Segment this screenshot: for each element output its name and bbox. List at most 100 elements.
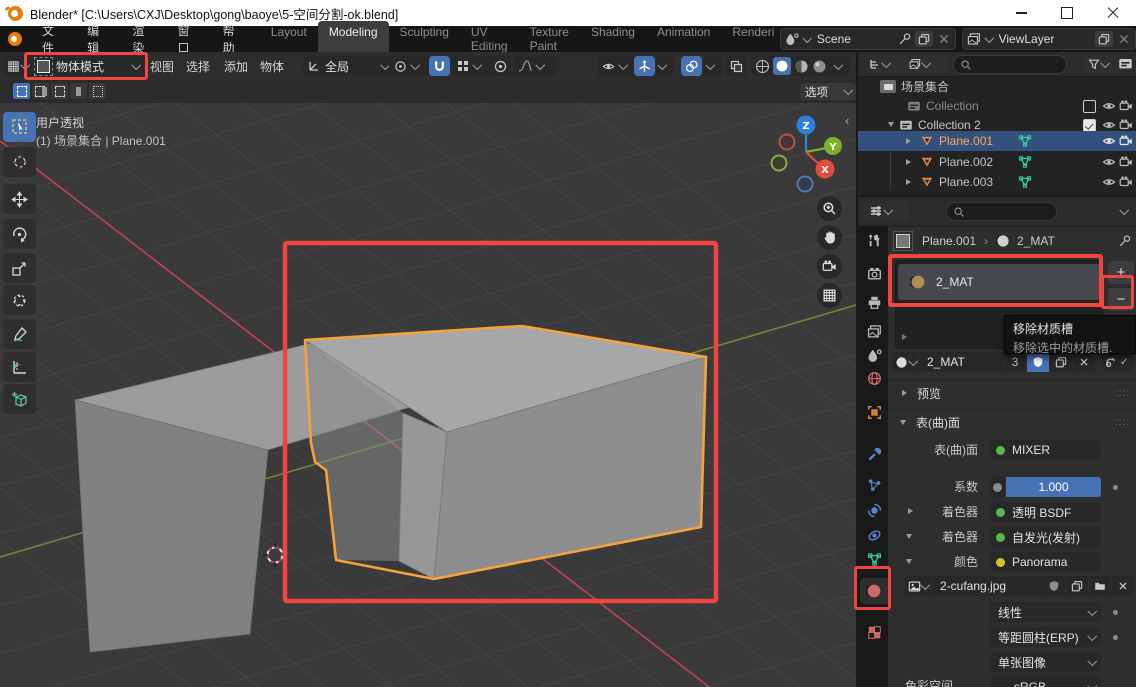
tab-constraints[interactable]	[860, 522, 888, 548]
tool-cursor[interactable]	[3, 147, 36, 177]
show-gizmo-toggle[interactable]	[634, 56, 655, 76]
disable-render-camera-icon[interactable]	[1119, 155, 1133, 169]
menu-add[interactable]: 添加	[224, 56, 248, 76]
expand-arrow-icon[interactable]	[906, 159, 911, 165]
rendered-shading-icon[interactable]	[812, 59, 827, 74]
tool-scale[interactable]	[3, 253, 36, 283]
mode-selector[interactable]: 物体模式	[30, 56, 144, 76]
tab-object[interactable]	[860, 399, 888, 425]
expand-arrow-icon[interactable]	[906, 179, 911, 185]
material-name-field[interactable]: 2_MAT	[919, 352, 1003, 372]
menu-edit[interactable]: 编辑	[75, 22, 120, 56]
gizmo-neg-y-axis[interactable]	[772, 156, 787, 171]
animate-decorator-dot[interactable]	[1113, 610, 1118, 615]
image-source-dropdown[interactable]: 单张图像	[990, 652, 1101, 672]
tab-material[interactable]	[860, 578, 888, 604]
tool-rotate[interactable]	[3, 219, 36, 249]
snap-toggle[interactable]	[429, 56, 450, 76]
projection-dropdown[interactable]: 等距圆柱(ERP)	[990, 627, 1101, 647]
tab-particles[interactable]	[860, 472, 888, 498]
gizmo-neg-z-axis[interactable]	[798, 177, 813, 192]
disable-render-camera-icon[interactable]	[1119, 99, 1133, 113]
tab-texture[interactable]	[860, 619, 888, 645]
animate-decorator-dot[interactable]	[1113, 635, 1118, 640]
tool-annotate[interactable]	[3, 319, 36, 349]
wireframe-shading-icon[interactable]	[755, 59, 770, 74]
factor-slider[interactable]: 1.000	[1006, 477, 1101, 497]
hide-eye-icon[interactable]	[1102, 134, 1116, 148]
outliner-row-collection[interactable]: Collection	[858, 96, 1136, 115]
pin-icon[interactable]	[898, 32, 912, 46]
shader2-button[interactable]: 自发光(发射)	[990, 527, 1101, 547]
new-scene-button[interactable]	[915, 31, 933, 47]
remove-material-slot-button[interactable]: −	[1107, 287, 1135, 312]
hide-eye-icon[interactable]	[1102, 118, 1116, 132]
zoom-button[interactable]	[817, 196, 842, 221]
scene-selector[interactable]: Scene	[780, 28, 956, 50]
breadcrumb-object[interactable]: Plane.001	[922, 234, 976, 248]
outliner-search-input[interactable]	[953, 55, 1067, 74]
outliner-row-plane002[interactable]: Plane.002	[858, 152, 1136, 171]
snap-with-selector[interactable]	[452, 56, 495, 76]
tool-add-cube[interactable]	[3, 384, 36, 414]
tab-world[interactable]	[860, 365, 888, 391]
expand-arrow-icon[interactable]	[906, 138, 911, 144]
outliner-display-mode[interactable]	[904, 55, 948, 73]
tool-move[interactable]	[3, 184, 36, 214]
hide-eye-icon[interactable]	[1102, 175, 1116, 189]
image-name-field[interactable]: 2-cufang.jpg	[932, 576, 1042, 596]
disable-render-camera-icon[interactable]	[1119, 134, 1133, 148]
view-layer-name[interactable]: ViewLayer	[999, 32, 1055, 46]
view-layer-browse-icon[interactable]	[967, 32, 981, 46]
solid-shading-button[interactable]	[773, 57, 791, 75]
tab-view-layer[interactable]	[860, 318, 888, 344]
panel-grip-icon[interactable]: ::::	[1115, 388, 1130, 399]
unlink-scene-icon[interactable]	[937, 32, 951, 46]
disable-render-camera-icon[interactable]	[1119, 118, 1133, 132]
camera-view-button[interactable]	[817, 254, 842, 279]
add-material-slot-button[interactable]: +	[1107, 260, 1135, 285]
scene-name[interactable]: Scene	[817, 32, 851, 46]
image-fake-user-toggle[interactable]	[1043, 576, 1065, 596]
sidebar-collapse-arrow[interactable]: ‹	[845, 113, 849, 128]
color-button[interactable]: Panorama	[990, 552, 1101, 572]
menu-view[interactable]: 视图	[150, 56, 174, 76]
viewport-3d[interactable]: Z Y X 用户透视 (1) 场景集合 | Plane.001 ‹	[0, 103, 856, 687]
interpolation-dropdown[interactable]: 线性	[990, 602, 1101, 622]
disable-render-camera-icon[interactable]	[1119, 175, 1133, 189]
new-view-layer-button[interactable]	[1095, 31, 1113, 47]
transform-orientation-selector[interactable]: 全局	[303, 56, 393, 76]
menu-window[interactable]: 窗口	[165, 22, 210, 56]
options-dropdown[interactable]: 选项	[800, 83, 856, 100]
material-browse-dropdown[interactable]	[892, 352, 918, 372]
gizmo-options[interactable]	[656, 56, 674, 76]
breadcrumb-material[interactable]: 2_MAT	[1017, 234, 1055, 248]
tool-select-box[interactable]	[3, 112, 36, 142]
factor-socket-button[interactable]	[990, 477, 1005, 497]
tool-transform[interactable]	[3, 285, 36, 315]
panel-grip-icon[interactable]: ::::	[1115, 417, 1130, 428]
tab-tool[interactable]	[860, 227, 888, 253]
maximize-button[interactable]	[1044, 0, 1090, 26]
material-preview-shading-icon[interactable]	[794, 59, 809, 74]
outliner-scene-collection[interactable]: 场景集合	[858, 77, 1136, 96]
scene-browse-icon[interactable]	[785, 32, 799, 46]
pan-button[interactable]	[817, 225, 842, 250]
surface-panel-header[interactable]: 表(曲)面 ::::	[888, 409, 1136, 434]
outliner-editor-type[interactable]	[864, 55, 908, 73]
tab-output[interactable]	[860, 289, 888, 315]
minimize-button[interactable]	[998, 0, 1044, 26]
close-button[interactable]	[1090, 0, 1136, 26]
surface-shader-button[interactable]: MIXER	[990, 440, 1101, 460]
preview-panel-header[interactable]: 预览 ::::	[888, 380, 1136, 405]
pivot-point-selector[interactable]	[389, 56, 431, 76]
material-slot-item[interactable]: 2_MAT	[898, 264, 1100, 300]
select-mode-set[interactable]	[13, 83, 30, 99]
tab-modifiers[interactable]	[860, 441, 888, 467]
chevron-down-icon[interactable]	[1120, 205, 1129, 214]
remove-view-layer-icon[interactable]	[1117, 32, 1131, 46]
new-image-button[interactable]	[1066, 576, 1088, 596]
tool-measure[interactable]	[3, 352, 36, 382]
xray-toggle[interactable]	[726, 56, 747, 76]
collapse-arrow-icon[interactable]	[888, 122, 894, 127]
